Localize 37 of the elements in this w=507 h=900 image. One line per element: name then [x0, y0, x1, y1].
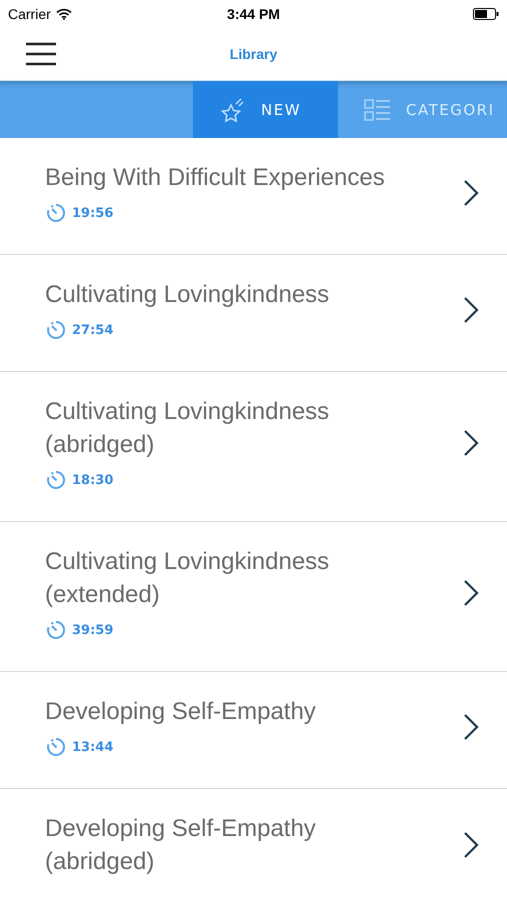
chevron-right-icon: [463, 831, 479, 859]
chevron-right-icon: [463, 296, 479, 324]
carrier-name: Carrier: [8, 6, 51, 22]
menu-icon: [25, 42, 57, 66]
item-title: Cultivating Lovingkindness (extended): [45, 547, 330, 610]
timer-icon: [45, 736, 67, 758]
item-title: Being With Difficult Experiences: [45, 163, 386, 193]
duration: 27:54: [72, 322, 114, 338]
timer-icon: [45, 202, 67, 224]
item-title: Cultivating Lovingkindness: [45, 280, 330, 310]
timer-icon: [45, 619, 67, 641]
chevron-right-icon: [463, 429, 479, 457]
duration: 39:59: [72, 622, 114, 638]
list-row[interactable]: Developing Self-Empathy (abridged): [0, 789, 507, 900]
menu-button[interactable]: [25, 42, 57, 66]
list-row[interactable]: Being With Difficult Experiences 19:56: [0, 138, 507, 255]
screen-title: Library: [228, 46, 278, 62]
duration: 18:30: [72, 472, 114, 488]
chevron-right-icon: [463, 712, 479, 740]
item-title: Developing Self-Empathy: [45, 697, 317, 727]
list-row[interactable]: Cultivating Lovingkindness 27:54: [0, 255, 507, 372]
chevron-right-icon: [463, 178, 479, 206]
list-row[interactable]: Cultivating Lovingkindness (extended) 39:59: [0, 522, 507, 672]
wifi-icon: [56, 8, 72, 20]
list-row[interactable]: Cultivating Lovingkindness (abridged) 18:30: [0, 372, 507, 522]
chevron-right-icon: [463, 579, 479, 607]
timer-icon: [45, 319, 67, 341]
tab[interactable]: NEW: [193, 81, 338, 138]
list-icon: [364, 98, 392, 122]
duration: 13:44: [72, 740, 114, 754]
item-title: Developing Self-Empathy (abridged): [45, 814, 317, 877]
item-title: Cultivating Lovingkindness (abridged): [45, 397, 330, 460]
timer-icon: [45, 469, 67, 491]
battery-icon: [472, 8, 499, 20]
status-time: 3:44 PM: [227, 6, 280, 22]
list-row[interactable]: Developing Self-Empathy 13:44: [0, 672, 507, 789]
duration: 19:56: [72, 206, 114, 220]
